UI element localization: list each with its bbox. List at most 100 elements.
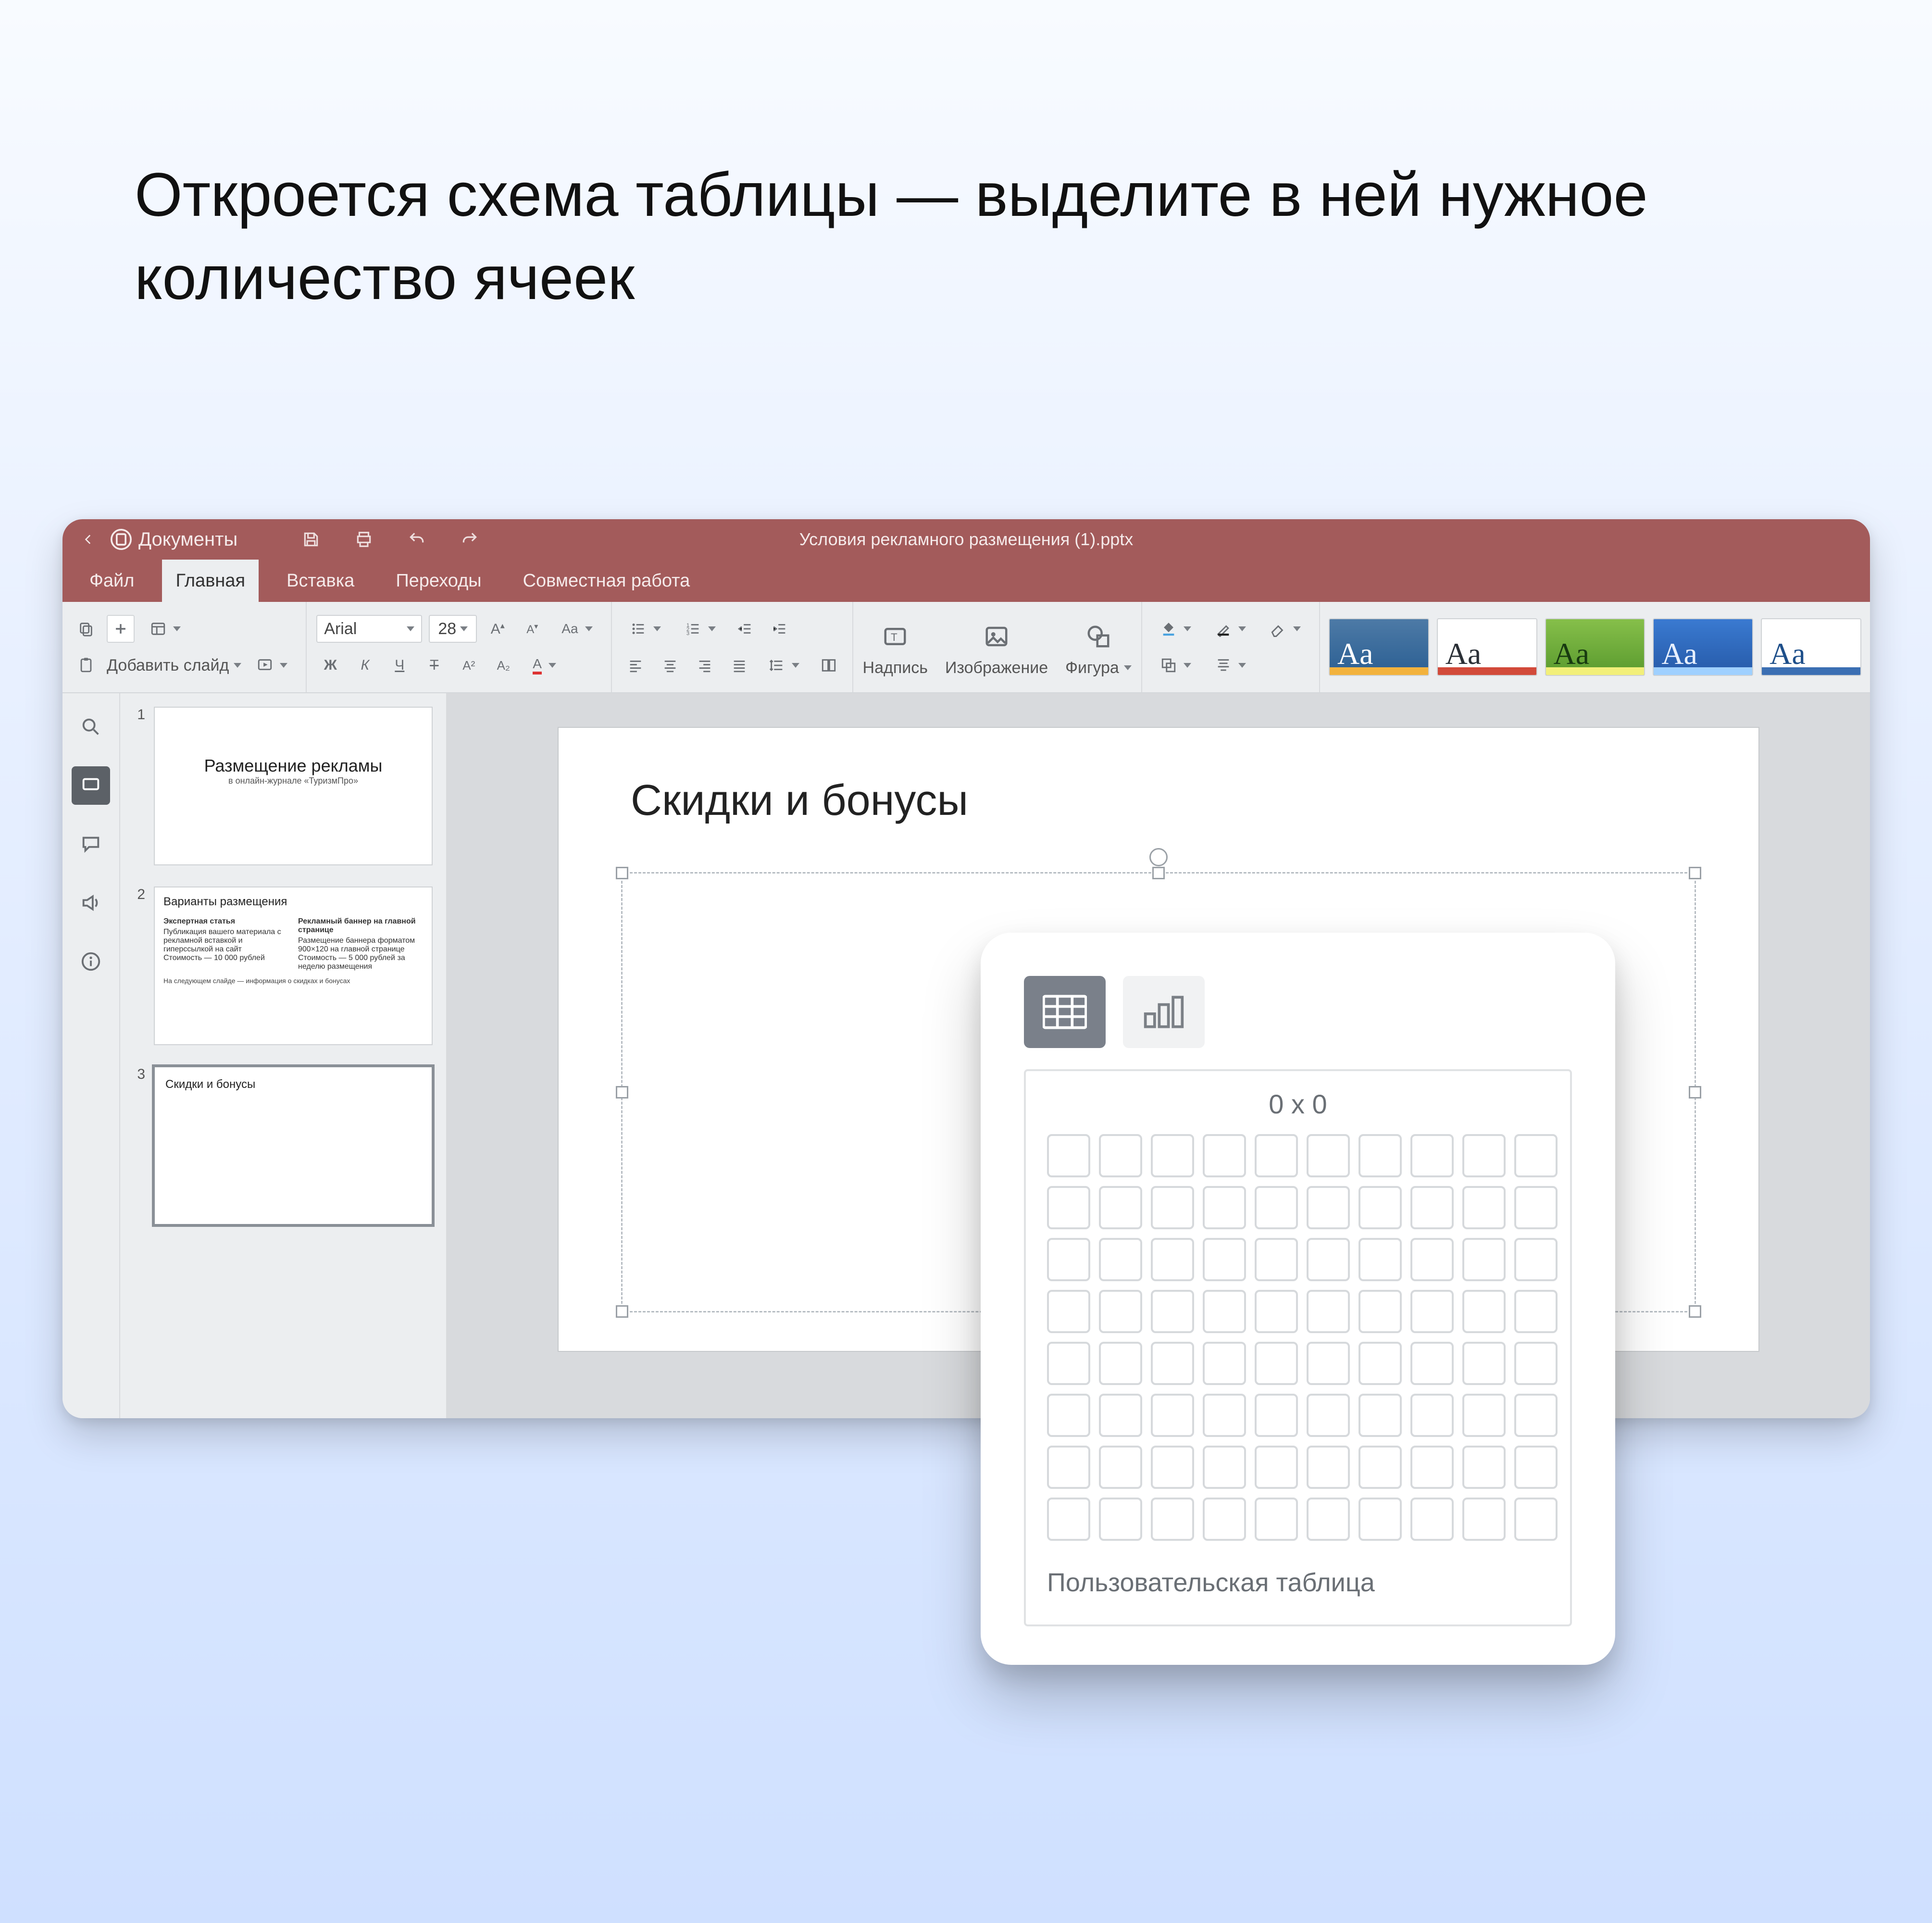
- grid-cell[interactable]: [1151, 1498, 1194, 1541]
- grid-cell[interactable]: [1099, 1394, 1142, 1437]
- grid-cell[interactable]: [1307, 1498, 1350, 1541]
- grid-cell[interactable]: [1359, 1446, 1402, 1489]
- table-size-grid[interactable]: [1047, 1134, 1549, 1541]
- grid-cell[interactable]: [1151, 1238, 1194, 1281]
- subscript-button[interactable]: A₂: [489, 651, 517, 679]
- grid-cell[interactable]: [1307, 1446, 1350, 1489]
- popup-tab-table[interactable]: [1024, 976, 1106, 1048]
- back-button[interactable]: [75, 527, 102, 552]
- menu-insert[interactable]: Вставка: [273, 560, 368, 602]
- grid-cell[interactable]: [1514, 1342, 1558, 1385]
- grid-cell[interactable]: [1047, 1498, 1090, 1541]
- save-button[interactable]: [300, 528, 322, 550]
- theme-option[interactable]: Aa: [1761, 618, 1861, 676]
- grid-cell[interactable]: [1047, 1238, 1090, 1281]
- strike-button[interactable]: Т: [420, 651, 448, 679]
- add-slide-label[interactable]: Добавить слайд: [107, 656, 241, 675]
- grid-cell[interactable]: [1047, 1186, 1090, 1229]
- resize-handle[interactable]: [1689, 867, 1701, 879]
- grid-cell[interactable]: [1410, 1238, 1454, 1281]
- grid-cell[interactable]: [1255, 1290, 1298, 1333]
- align-center-button[interactable]: [656, 651, 684, 679]
- grid-cell[interactable]: [1047, 1446, 1090, 1489]
- slide-thumbnail[interactable]: Размещение рекламы в онлайн-журнале «Тур…: [154, 707, 433, 865]
- grid-cell[interactable]: [1255, 1446, 1298, 1489]
- theme-option[interactable]: Aa: [1545, 618, 1645, 676]
- grid-cell[interactable]: [1514, 1290, 1558, 1333]
- line-spacing-button[interactable]: [760, 651, 808, 679]
- theme-option[interactable]: Aa: [1653, 618, 1753, 676]
- number-list-button[interactable]: 123: [676, 615, 724, 643]
- shape-label[interactable]: Фигура: [1065, 659, 1132, 677]
- grid-cell[interactable]: [1255, 1342, 1298, 1385]
- grid-cell[interactable]: [1462, 1342, 1506, 1385]
- grid-cell[interactable]: [1099, 1290, 1142, 1333]
- grid-cell[interactable]: [1203, 1238, 1246, 1281]
- grid-cell[interactable]: [1151, 1186, 1194, 1229]
- grid-cell[interactable]: [1255, 1394, 1298, 1437]
- grid-cell[interactable]: [1410, 1134, 1454, 1177]
- shape-button[interactable]: [1077, 617, 1120, 656]
- grid-cell[interactable]: [1359, 1498, 1402, 1541]
- menu-transitions[interactable]: Переходы: [382, 560, 495, 602]
- align-right-button[interactable]: [691, 651, 719, 679]
- grid-cell[interactable]: [1099, 1342, 1142, 1385]
- menu-file[interactable]: Файл: [76, 560, 148, 602]
- grid-cell[interactable]: [1462, 1498, 1506, 1541]
- grid-cell[interactable]: [1359, 1186, 1402, 1229]
- theme-option[interactable]: Aa: [1437, 618, 1537, 676]
- clear-format-button[interactable]: [1261, 615, 1309, 643]
- grid-cell[interactable]: [1307, 1290, 1350, 1333]
- bold-button[interactable]: Ж: [316, 651, 344, 679]
- superscript-button[interactable]: A²: [455, 651, 483, 679]
- arrange-button[interactable]: [1152, 651, 1200, 679]
- slide-title[interactable]: Скидки и бонусы: [631, 776, 968, 825]
- font-size-select[interactable]: 28: [429, 615, 477, 643]
- grid-cell[interactable]: [1307, 1238, 1350, 1281]
- grid-cell[interactable]: [1462, 1186, 1506, 1229]
- resize-handle[interactable]: [616, 1305, 628, 1318]
- grid-cell[interactable]: [1410, 1290, 1454, 1333]
- grid-cell[interactable]: [1410, 1446, 1454, 1489]
- grid-cell[interactable]: [1462, 1446, 1506, 1489]
- grid-cell[interactable]: [1203, 1342, 1246, 1385]
- grid-cell[interactable]: [1462, 1134, 1506, 1177]
- grid-cell[interactable]: [1514, 1498, 1558, 1541]
- resize-handle[interactable]: [616, 1086, 628, 1099]
- grid-cell[interactable]: [1099, 1134, 1142, 1177]
- grid-cell[interactable]: [1047, 1134, 1090, 1177]
- rotate-handle[interactable]: [1149, 848, 1168, 866]
- grid-cell[interactable]: [1099, 1238, 1142, 1281]
- grid-cell[interactable]: [1203, 1394, 1246, 1437]
- grid-cell[interactable]: [1151, 1394, 1194, 1437]
- custom-table-link[interactable]: Пользовательская таблица: [1047, 1568, 1549, 1598]
- grid-cell[interactable]: [1514, 1446, 1558, 1489]
- align-left-button[interactable]: [622, 651, 649, 679]
- slide-thumbnail[interactable]: Варианты размещения Экспертная статья Пу…: [154, 887, 433, 1045]
- grid-cell[interactable]: [1307, 1394, 1350, 1437]
- grid-cell[interactable]: [1514, 1238, 1558, 1281]
- grid-cell[interactable]: [1255, 1498, 1298, 1541]
- grid-cell[interactable]: [1462, 1238, 1506, 1281]
- grid-cell[interactable]: [1151, 1446, 1194, 1489]
- grid-cell[interactable]: [1410, 1394, 1454, 1437]
- grid-cell[interactable]: [1359, 1342, 1402, 1385]
- grid-cell[interactable]: [1047, 1394, 1090, 1437]
- theme-option[interactable]: Aa: [1329, 618, 1429, 676]
- grid-cell[interactable]: [1410, 1342, 1454, 1385]
- rail-comments[interactable]: [72, 825, 110, 863]
- rail-speaker[interactable]: [72, 884, 110, 922]
- menu-collaborate[interactable]: Совместная работа: [510, 560, 704, 602]
- grid-cell[interactable]: [1307, 1186, 1350, 1229]
- grid-cell[interactable]: [1099, 1446, 1142, 1489]
- grid-cell[interactable]: [1151, 1134, 1194, 1177]
- grid-cell[interactable]: [1203, 1186, 1246, 1229]
- new-slide-button[interactable]: [107, 615, 135, 643]
- grid-cell[interactable]: [1151, 1342, 1194, 1385]
- resize-handle[interactable]: [1689, 1086, 1701, 1099]
- decrease-font-button[interactable]: A▾: [518, 615, 546, 643]
- grid-cell[interactable]: [1099, 1186, 1142, 1229]
- indent-button[interactable]: [766, 615, 794, 643]
- grid-cell[interactable]: [1203, 1134, 1246, 1177]
- grid-cell[interactable]: [1307, 1342, 1350, 1385]
